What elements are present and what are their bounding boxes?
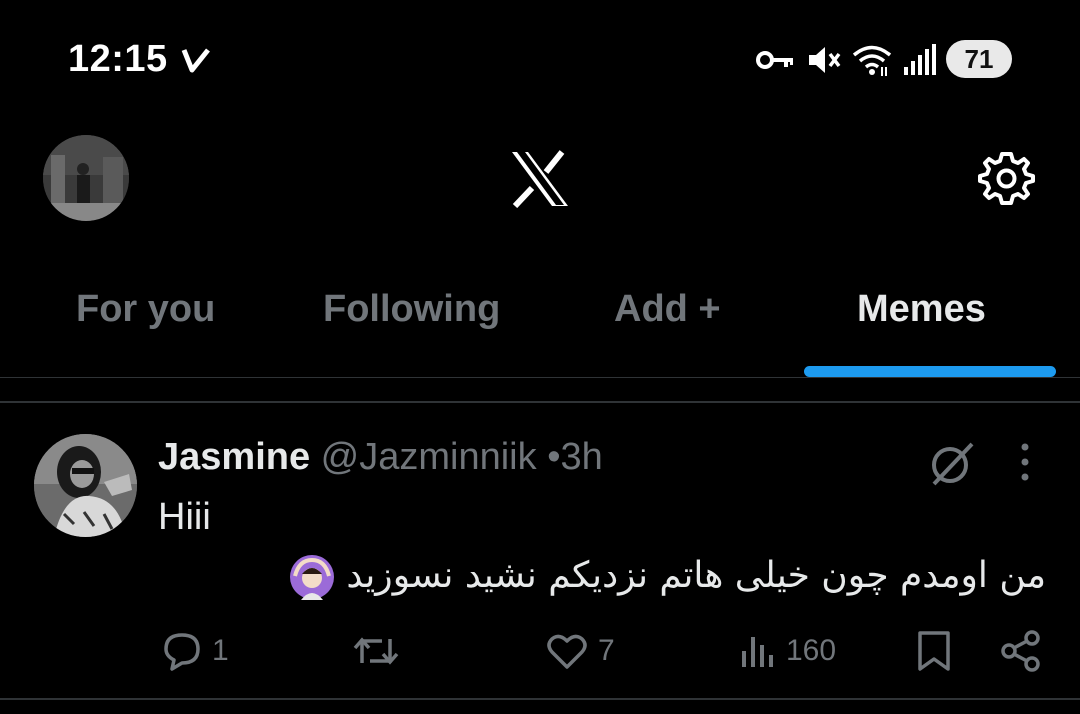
notification-check-icon: [181, 48, 210, 73]
tab-add[interactable]: Add +: [614, 288, 721, 331]
divider: [0, 401, 1080, 403]
tweet-actions: 1 7 160: [0, 626, 1080, 676]
tab-memes[interactable]: Memes: [857, 288, 986, 331]
x-logo[interactable]: [508, 150, 572, 208]
repost-icon: [353, 637, 399, 665]
profile-avatar[interactable]: [43, 135, 129, 221]
gear-icon[interactable]: [976, 148, 1036, 208]
tweet[interactable]: Jasmine @Jazminniik •3h Hiii من اومدم چو…: [0, 404, 1080, 700]
bookmark-icon: [918, 631, 950, 671]
reply-button[interactable]: 1: [160, 626, 229, 676]
heart-icon: [547, 634, 587, 669]
signal-icon: [904, 44, 936, 75]
wifi-icon: [852, 45, 892, 76]
tab-following[interactable]: Following: [323, 288, 500, 331]
share-icon: [1001, 630, 1040, 672]
reply-count: 1: [212, 634, 229, 667]
avatar-image: [34, 434, 137, 537]
view-count: 160: [786, 634, 837, 667]
views-icon: [742, 637, 773, 667]
timeline-tabs: For you Following Add + Memes: [0, 270, 1080, 378]
repost-button[interactable]: [352, 626, 408, 676]
share-button[interactable]: [998, 626, 1044, 676]
tab-for-you[interactable]: For you: [76, 288, 215, 331]
status-bar: 12:15 71: [0, 0, 1080, 120]
app-header: [0, 120, 1080, 250]
grok-icon[interactable]: [926, 438, 978, 490]
author-name[interactable]: Jasmine: [158, 436, 310, 478]
tweet-time[interactable]: 3h: [561, 436, 603, 478]
tweet-text-persian: من اومدم چون خیلی هاتم نزدیکم نشید نسوزی…: [346, 555, 1046, 596]
author-avatar[interactable]: [34, 434, 137, 537]
author-handle[interactable]: @Jazminniik: [321, 436, 537, 478]
woman-gesturing-ok-emoji-icon: [289, 555, 334, 600]
avatar-image: [43, 135, 129, 221]
battery-level: 71: [964, 44, 994, 74]
muted-icon: [809, 47, 841, 73]
clock: 12:15: [68, 38, 168, 80]
active-tab-indicator: [804, 366, 1056, 377]
more-options-icon[interactable]: [1012, 440, 1038, 484]
tweet-text-line-1: Hiii: [158, 496, 211, 538]
like-button[interactable]: 7: [544, 626, 615, 676]
divider: [0, 698, 1080, 700]
key-icon: [756, 51, 793, 69]
reply-icon: [164, 633, 200, 671]
status-icons: [756, 40, 938, 80]
bookmark-button[interactable]: [914, 626, 954, 676]
views-button[interactable]: 160: [738, 626, 836, 676]
like-count: 7: [598, 634, 615, 667]
tweet-text-line-2: من اومدم چون خیلی هاتم نزدیکم نشید نسوزی…: [289, 554, 1046, 600]
battery-indicator: 71: [946, 40, 1012, 78]
tweet-header: Jasmine @Jazminniik •3h: [158, 436, 603, 479]
separator-dot: •: [547, 436, 561, 478]
